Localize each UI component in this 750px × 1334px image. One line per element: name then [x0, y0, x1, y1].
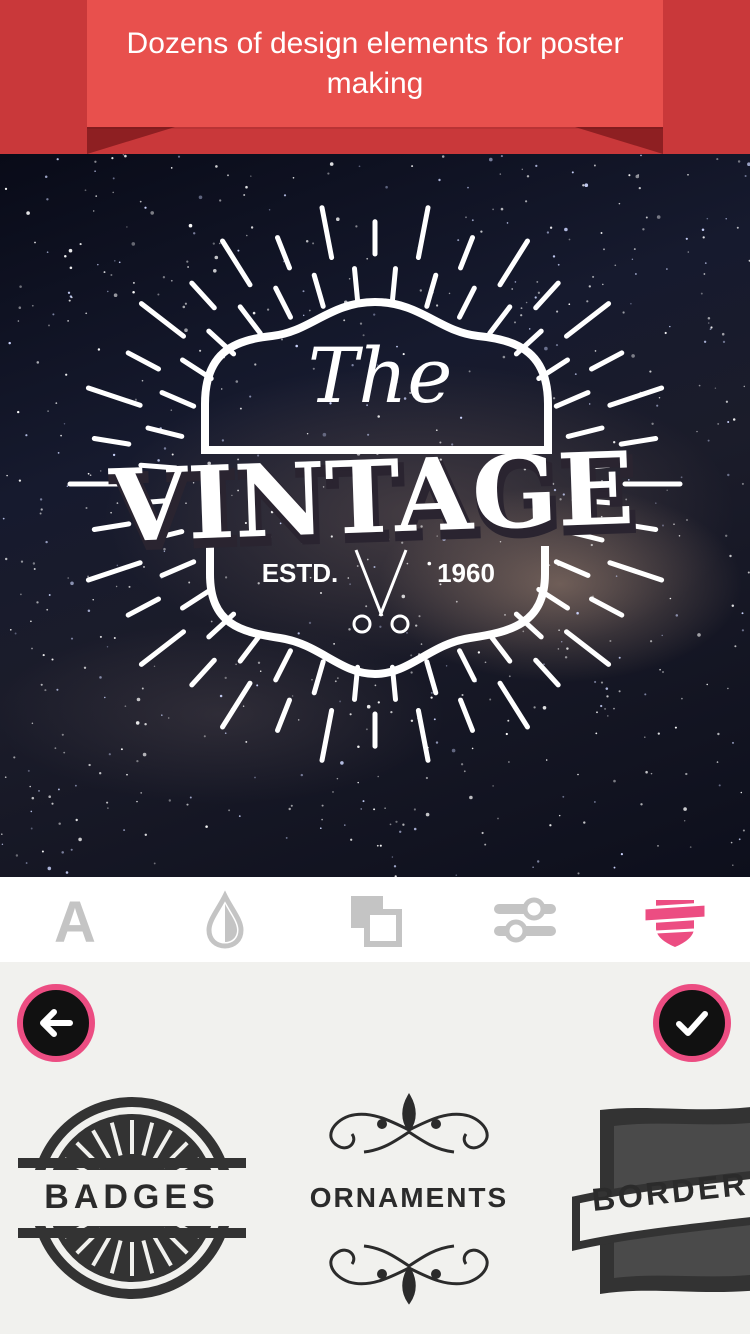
- back-button[interactable]: [17, 984, 95, 1062]
- ray: [125, 350, 161, 372]
- color-drop-icon: [206, 889, 244, 949]
- promo-text: Dozens of design elements for poster mak…: [126, 26, 624, 100]
- category-label: BADGES: [44, 1178, 220, 1216]
- ray: [275, 697, 292, 733]
- ray: [457, 285, 477, 320]
- ray: [85, 385, 143, 408]
- category-borders[interactable]: BORDER: [570, 1090, 750, 1310]
- elements-panel: BADGES ORNAMENTS BORDER: [0, 962, 750, 1334]
- category-ornaments[interactable]: ORNAMENTS: [294, 1090, 524, 1310]
- ribbon-fold-left: [87, 127, 175, 154]
- ray: [389, 266, 398, 304]
- sliders-icon: [494, 897, 556, 942]
- ray: [275, 235, 292, 271]
- ray: [189, 657, 217, 688]
- category-badges[interactable]: BADGES: [16, 1090, 248, 1310]
- ray: [457, 648, 477, 683]
- ray: [138, 629, 186, 667]
- ray: [352, 266, 361, 304]
- layers-icon: [351, 895, 402, 947]
- headline-main: VINTAGE: [107, 429, 636, 565]
- ray: [487, 304, 513, 336]
- ray: [589, 350, 625, 372]
- ray: [319, 708, 335, 763]
- text-icon: A: [54, 890, 96, 950]
- arrow-left-icon: [40, 1009, 73, 1037]
- ray: [458, 697, 475, 733]
- ray: [237, 304, 263, 336]
- svg-text:A: A: [54, 890, 96, 950]
- ray: [564, 301, 612, 339]
- ray: [220, 238, 253, 288]
- badge-ribbon-icon: [642, 899, 708, 947]
- ray: [553, 390, 591, 409]
- category-label: ORNAMENTS: [309, 1182, 509, 1213]
- headline-top: The: [308, 331, 453, 420]
- ray: [189, 280, 217, 311]
- poster-canvas[interactable]: The VINTAGE VINTAGE ESTD. 1960: [0, 154, 750, 877]
- ray: [415, 205, 431, 260]
- editor-toolbar: A: [0, 877, 750, 962]
- ray: [458, 235, 475, 271]
- year-label: 1960: [437, 558, 495, 588]
- ray: [497, 680, 530, 730]
- ribbon-fold-right: [575, 127, 663, 154]
- ray: [220, 680, 253, 730]
- ray: [145, 425, 185, 439]
- ray: [607, 560, 665, 583]
- tool-text[interactable]: A: [15, 877, 135, 962]
- ray: [533, 657, 561, 688]
- ray: [273, 285, 293, 320]
- check-icon: [676, 1011, 708, 1036]
- ray: [415, 708, 431, 763]
- done-button[interactable]: [653, 984, 731, 1062]
- ray: [553, 559, 591, 578]
- estd-label: ESTD.: [262, 558, 339, 588]
- ray: [91, 436, 132, 447]
- tool-adjust[interactable]: [465, 877, 585, 962]
- ray: [159, 390, 197, 409]
- ray: [607, 385, 665, 408]
- ray: [497, 238, 530, 288]
- ray: [424, 272, 439, 309]
- promo-ribbon: Dozens of design elements for poster mak…: [87, 0, 663, 127]
- tool-layers[interactable]: [315, 877, 435, 962]
- ray: [138, 301, 186, 339]
- vintage-badge[interactable]: The VINTAGE VINTAGE ESTD. 1960: [0, 154, 750, 877]
- tool-badges[interactable]: [615, 877, 735, 962]
- tool-color[interactable]: [165, 877, 285, 962]
- ray: [273, 648, 293, 683]
- ray: [237, 632, 263, 664]
- ray: [311, 659, 326, 696]
- ray: [125, 596, 161, 618]
- ray: [487, 632, 513, 664]
- ray: [319, 205, 335, 260]
- ray: [424, 659, 439, 696]
- ray: [589, 596, 625, 618]
- ray: [311, 272, 326, 309]
- ray: [180, 587, 214, 611]
- ray: [533, 280, 561, 311]
- ray: [564, 629, 612, 667]
